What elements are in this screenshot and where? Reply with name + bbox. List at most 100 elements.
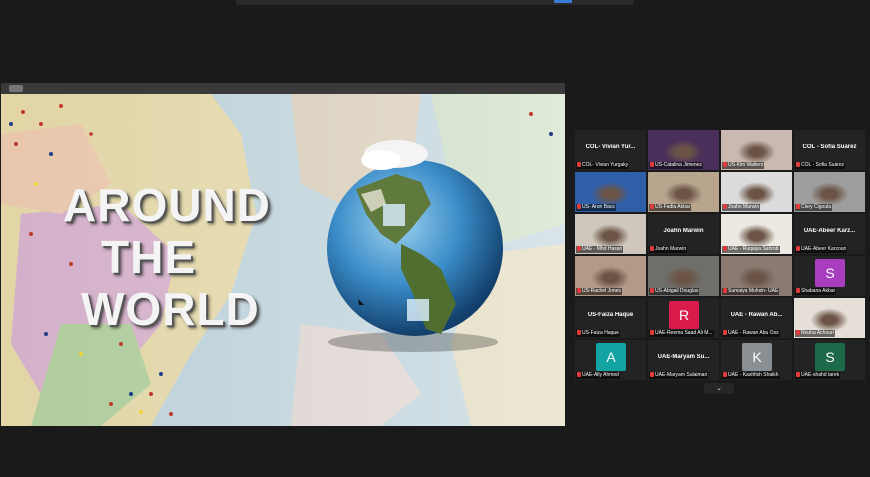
participant-name-label: US-Fadia Akbar (649, 204, 692, 211)
participant-tile[interactable]: Joahn Marwin Joahn Marwin (648, 214, 719, 254)
muted-mic-icon (577, 330, 581, 335)
participant-name-label: US-Rachel Jones (576, 288, 622, 295)
share-options-button[interactable] (9, 85, 23, 92)
participant-tile[interactable]: Joahn Marwin (721, 172, 792, 212)
participant-name-label: Sumaiya Mohsin- UAE (722, 288, 780, 295)
participant-name: COL - Sofia Suárez (801, 162, 845, 168)
muted-mic-icon (723, 372, 727, 377)
participant-tile[interactable]: K UAE - Kashfish Shaikh (721, 340, 792, 380)
participant-name: US-Kim Walters (728, 162, 764, 168)
participant-tile[interactable]: UAE - Ruqaiya Sahrob (721, 214, 792, 254)
participant-name: UAE - Kashfish Shaikh (728, 372, 779, 378)
participant-tile[interactable]: Sumaiya Mohsin- UAE (721, 256, 792, 296)
participant-name-label: US-Catalina Jimenez (649, 162, 703, 169)
participant-tile[interactable]: US-Kim Walters (721, 130, 792, 170)
muted-mic-icon (650, 246, 654, 251)
participant-tile[interactable]: COL - Sofia Suárez COL - Sofia Suárez (794, 130, 865, 170)
participant-tile[interactable]: R UAE-Reema Saad Ali M... (648, 298, 719, 338)
participant-name-label: Nouha Achouri (795, 330, 835, 337)
participant-tile[interactable]: UAE-Abeer Karz... UAE-Abeer Karzoun (794, 214, 865, 254)
participant-name: Clery Cigoula (801, 204, 832, 210)
participant-name: US-Rachel Jones (582, 288, 621, 294)
participant-name-label: UAE - Ruqaiya Sahrob (722, 246, 780, 253)
muted-mic-icon (577, 288, 581, 293)
participant-name: COL- Vivian Yurgaky (582, 162, 629, 168)
muted-mic-icon (796, 246, 800, 251)
participant-name-label: Clery Cigoula (795, 204, 833, 211)
muted-mic-icon (577, 372, 581, 377)
participant-name: UAE-Reema Saad Ali M... (655, 330, 713, 336)
participant-name-label: Joahn Marwin (649, 246, 688, 253)
participant-name: UAE - Ruqaiya Sahrob (728, 246, 779, 252)
participant-avatar: K (742, 343, 772, 371)
meeting-top-bar (236, 0, 634, 5)
gallery-next-page-button[interactable]: ⌄ (704, 383, 734, 394)
participant-name: US-Faiza Haque (582, 330, 619, 336)
participant-name-label: UAE - Rawan Abu Oss (722, 330, 780, 337)
participant-name-label: UAE-Maryam Sulaiman (649, 372, 709, 379)
participant-name-label: US-Abigail Douglas (649, 288, 700, 295)
participant-name: UAE-Maryam Sulaiman (655, 372, 708, 378)
participant-avatar: R (669, 301, 699, 329)
slide-title-line-3: WORLD (81, 283, 260, 335)
participant-tile[interactable]: US-Catalina Jimenez (648, 130, 719, 170)
participant-display-name: US-Faiza Haque (587, 312, 634, 318)
participant-tile[interactable]: S Shabana Akbar (794, 256, 865, 296)
participant-name: Joahn Marwin (728, 204, 760, 210)
muted-mic-icon (650, 330, 654, 335)
participant-tile[interactable]: US-Faiza Haque US-Faiza Haque (575, 298, 646, 338)
participant-name-label: UAE - Kashfish Shaikh (722, 372, 780, 379)
participant-tile[interactable]: US-Fadia Akbar (648, 172, 719, 212)
participant-tile[interactable]: Clery Cigoula (794, 172, 865, 212)
participant-display-name: UAE-Abeer Karz... (803, 228, 856, 234)
participant-name: Shabana Akbar (801, 288, 836, 294)
participant-tile[interactable]: A UAE-Ally Ahmed (575, 340, 646, 380)
slide-title-line-2: THE (101, 231, 196, 283)
participant-name: Sumaiya Mohsin- UAE (728, 288, 779, 294)
participant-name: US-Fadia Akbar (655, 204, 691, 210)
participant-tile[interactable]: UAE - Mhd Hasan (575, 214, 646, 254)
participant-name: Nouha Achouri (801, 330, 834, 336)
muted-mic-icon (650, 162, 654, 167)
participant-name: UAE - Mhd Hasan (582, 246, 623, 252)
participant-avatar: S (815, 259, 845, 287)
muted-mic-icon (650, 372, 654, 377)
muted-mic-icon (796, 330, 800, 335)
participant-name-label: Joahn Marwin (722, 204, 761, 211)
participant-name: US-Catalina Jimenez (655, 162, 702, 168)
participant-name: Joahn Marwin (655, 246, 687, 252)
muted-mic-icon (577, 204, 581, 209)
shared-screen: AROUND THE WORLD (1, 83, 565, 426)
participant-name-label: COL- Vivian Yurgaky (576, 162, 630, 169)
participant-name-label: US-Faiza Haque (576, 330, 620, 337)
participant-tile[interactable]: US-Abigail Douglas (648, 256, 719, 296)
presentation-slide: AROUND THE WORLD (1, 94, 565, 426)
muted-mic-icon (723, 330, 727, 335)
world-map-background (1, 94, 565, 426)
participant-tile[interactable]: UAE - Rawan Ab... UAE - Rawan Abu Oss (721, 298, 792, 338)
view-indicator[interactable] (554, 0, 572, 3)
muted-mic-icon (650, 204, 654, 209)
participant-name-label: US-Kim Walters (722, 162, 765, 169)
participant-tile[interactable]: US- Aron Bacs (575, 172, 646, 212)
participant-tile[interactable]: Nouha Achouri (794, 298, 865, 338)
participant-display-name: Joahn Marwin (663, 228, 704, 234)
participant-name: UAE - Rawan Abu Oss (728, 330, 779, 336)
participant-name: US-Abigail Douglas (655, 288, 699, 294)
muted-mic-icon (577, 246, 581, 251)
participant-name: UAE-shahd tarek (801, 372, 840, 378)
participant-name: UAE-Ally Ahmed (582, 372, 619, 378)
participant-name-label: US- Aron Bacs (576, 204, 616, 211)
muted-mic-icon (723, 288, 727, 293)
share-toolbar (1, 83, 565, 94)
participant-avatar: S (815, 343, 845, 371)
participant-tile[interactable]: COL- Vivian Yur... COL- Vivian Yurgaky (575, 130, 646, 170)
slide-title-line-1: AROUND (63, 179, 271, 231)
muted-mic-icon (723, 246, 727, 251)
participant-tile[interactable]: S UAE-shahd tarek (794, 340, 865, 380)
participant-tile[interactable]: US-Rachel Jones (575, 256, 646, 296)
participant-name-label: COL - Sofia Suárez (795, 162, 846, 169)
participant-tile[interactable]: UAE-Maryam Su... UAE-Maryam Sulaiman (648, 340, 719, 380)
muted-mic-icon (796, 162, 800, 167)
muted-mic-icon (796, 288, 800, 293)
